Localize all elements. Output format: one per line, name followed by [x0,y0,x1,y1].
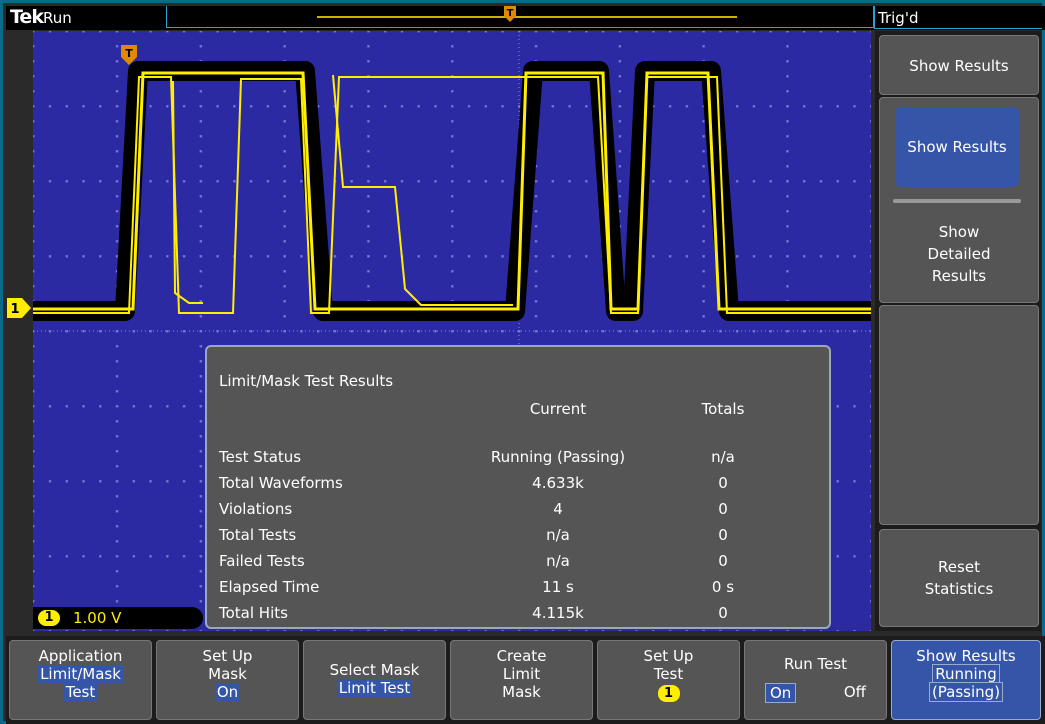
show-results-button[interactable]: Show Results [895,107,1019,187]
result-current-value: 4.633k [532,474,584,492]
acquisition-status: Run [43,9,72,27]
result-label: Failed Tests [219,552,305,570]
run-test-off[interactable]: Off [844,683,866,703]
result-label: Total Tests [219,526,297,544]
setup-test-line1: Set Up [643,647,694,665]
side-menu: Show Results Show Results Show Detailed … [875,31,1041,631]
select-mask-label: Select Mask [329,661,420,679]
run-test-button[interactable]: Run Test On Off [744,640,887,720]
result-total-value: 0 [718,474,728,492]
setup-mask-line1: Set Up [202,647,253,665]
svg-text:T: T [507,8,514,19]
setup-mask-line2: Mask [208,665,247,683]
result-current-value: 4 [553,500,563,518]
ch1-badge: 1 [38,610,60,626]
run-test-label: Run Test [783,655,848,673]
setup-mask-state: On [214,683,241,701]
result-current-value: 4.115k [532,604,584,622]
side-menu-empty-slot [879,305,1039,525]
show-detailed-results-button[interactable]: Show Detailed Results [879,211,1039,301]
setup-test-line2: Test [653,665,684,683]
record-view-bar: T [166,6,874,28]
result-label: Elapsed Time [219,578,320,596]
result-total-value: 0 [718,526,728,544]
result-label: Total Hits [219,604,288,622]
show-detailed-line3: Results [931,267,987,285]
results-title: Limit/Mask Test Results [219,372,394,390]
ch1-waveform [33,71,871,314]
application-label: Application [38,647,123,665]
show-detailed-line1: Show [938,223,980,241]
result-total-value: 0 [718,552,728,570]
setup-mask-button[interactable]: Set Up Mask On [156,640,299,720]
reset-line2: Statistics [924,580,994,598]
record-length-indicator [317,16,737,18]
side-menu-header: Show Results [879,35,1039,95]
create-line1: Create [496,647,547,665]
status-bar: Tek Run T Trig'd [6,6,1045,30]
setup-test-button[interactable]: Set Up Test 1 [597,640,740,720]
oscilloscope-frame: Tek Run T Trig'd T 1 1 1.00 V Limit/Mask… [0,0,1045,724]
result-total-value: n/a [711,448,735,466]
result-total-value: 0 s [711,578,735,596]
svg-text:T: T [125,47,133,60]
show-results-menu-button[interactable]: Show Results Running (Passing) [891,640,1041,720]
brand-logo: Tek [10,6,44,28]
result-current-value: Running (Passing) [490,448,626,466]
trigger-state: Trig'd [878,9,919,27]
limit-mask-results-panel: Limit/Mask Test Results Current Totals T… [205,345,831,629]
select-mask-value: Limit Test [336,679,413,697]
reset-line1: Reset [938,558,980,576]
ch1-scale-readout[interactable]: 1 1.00 V [33,607,203,629]
result-current-value: n/a [546,526,570,544]
option-divider [893,199,1021,203]
column-header-totals: Totals [701,400,745,418]
result-total-value: 0 [718,604,728,622]
application-value-2: Test [63,683,98,701]
setup-test-channel-badge: 1 [657,685,680,702]
svg-text:1: 1 [10,302,19,317]
column-header-current: Current [529,400,587,418]
show-results-state-1: Running [932,664,1000,684]
result-total-value: 0 [718,500,728,518]
trigger-position-icon: T [504,6,516,22]
ch1-ground-marker-icon[interactable]: 1 [6,297,32,319]
vertical-scale: 1.00 V [73,609,122,627]
result-label: Total Waveforms [219,474,343,492]
application-button[interactable]: Application Limit/Mask Test [9,640,152,720]
create-line3: Mask [502,683,541,701]
bottom-menu: Application Limit/Mask Test Set Up Mask … [6,636,1045,724]
show-results-state-2: (Passing) [928,682,1004,702]
run-test-on[interactable]: On [765,683,797,703]
show-detailed-line2: Detailed [927,245,991,263]
create-line2: Limit [502,665,541,683]
select-mask-button[interactable]: Select Mask Limit Test [303,640,446,720]
create-limit-mask-button[interactable]: Create Limit Mask [450,640,593,720]
result-current-value: n/a [546,552,570,570]
result-label: Test Status [219,448,302,466]
result-label: Violations [219,500,293,518]
result-current-value: 11 s [542,578,574,596]
application-value-1: Limit/Mask [38,665,123,683]
show-results-label: Show Results [916,647,1016,665]
reset-statistics-button[interactable]: Reset Statistics [879,529,1039,627]
